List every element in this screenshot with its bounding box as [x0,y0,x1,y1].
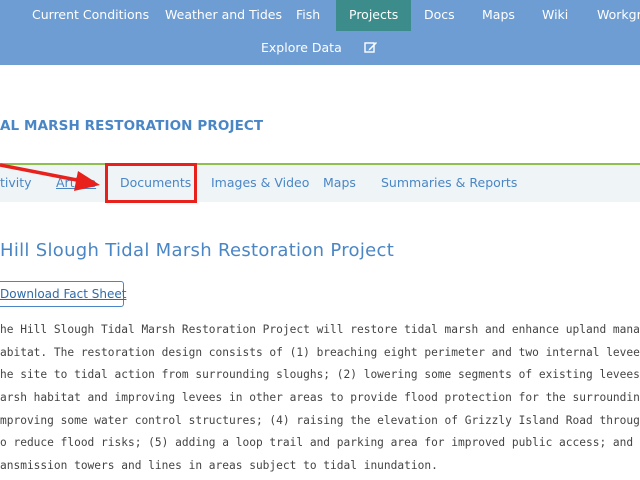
tab-summaries-reports[interactable]: Summaries & Reports [381,175,517,190]
paragraph-line: he Hill Slough Tidal Marsh Restoration P… [0,323,640,336]
paragraph-line: mproving some water control structures; … [0,413,640,427]
nav-maps[interactable]: Maps [470,0,527,31]
nav-current-conditions[interactable]: Current Conditions [20,0,161,31]
top-navigation-bar: Current Conditions Weather and Tides Fis… [0,0,640,65]
article-title: Hill Slough Tidal Marsh Restoration Proj… [0,240,395,261]
paragraph-line: abitat. The restoration design consists … [0,345,640,359]
edit-icon[interactable] [364,40,380,56]
download-fact-sheet-button[interactable]: Download Fact Sheet [0,281,126,307]
paragraph-line: arsh habitat and improving levees in oth… [0,391,640,405]
tab-maps[interactable]: Maps [323,175,356,190]
documents-highlight-box [105,163,197,203]
nav-workgroups[interactable]: Workgro [585,0,640,31]
nav-fish[interactable]: Fish [284,0,332,31]
article-paragraph: he Hill Slough Tidal Marsh Restoration P… [0,319,640,478]
page-heading: AL MARSH RESTORATION PROJECT [0,118,264,134]
red-arrow-annotation [0,163,100,191]
nav-explore-data[interactable]: Explore Data [249,33,354,63]
nav-docs[interactable]: Docs [412,0,467,31]
nav-weather-and-tides[interactable]: Weather and Tides [153,0,294,31]
paragraph-line: o reduce flood risks; (5) adding a loop … [0,436,640,450]
paragraph-line: ansmission towers and lines in areas sub… [0,459,438,473]
paragraph-line: he site to tidal action from surrounding… [0,368,640,382]
tab-images-video[interactable]: Images & Video [211,175,309,190]
nav-projects[interactable]: Projects [336,0,412,31]
nav-wiki[interactable]: Wiki [530,0,580,31]
